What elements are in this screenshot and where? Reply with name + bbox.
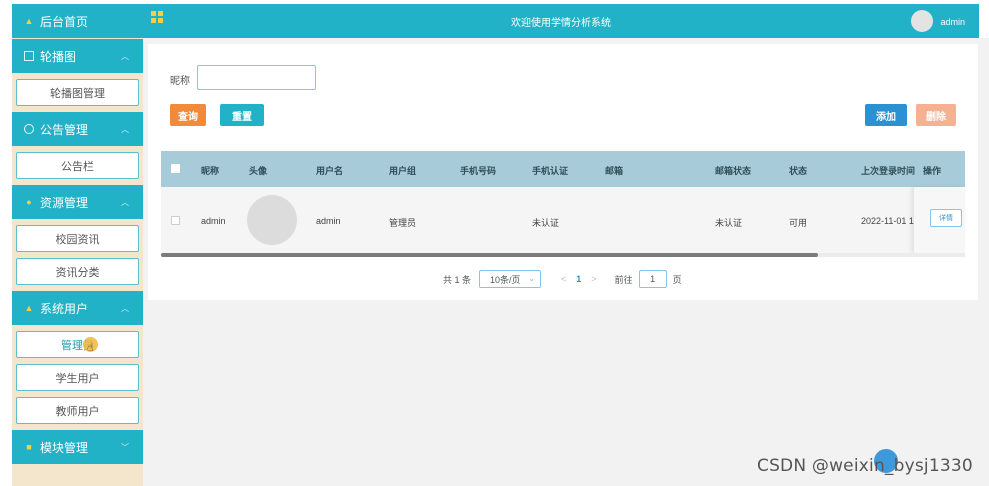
sidebar-item-campus-news[interactable]: 校园资讯 xyxy=(16,225,139,252)
chevron-up-icon[interactable]: ︿ xyxy=(121,303,129,314)
chevron-down-icon[interactable]: ﹀ xyxy=(121,442,129,453)
sidebar-item-label: 学生用户 xyxy=(55,372,100,385)
table-row: admin admin 管理员 未认证 未认证 可用 2022-11-01 16… xyxy=(161,187,965,253)
column-header: 上次登录时间 xyxy=(861,166,916,176)
main-panel: 昵称 查询 重置 添加 删除 昵称 头像 用户名 用户组 手机号码 手机认证 邮… xyxy=(148,44,978,300)
sidebar-item-teacher-users[interactable]: 教师用户 xyxy=(16,397,139,424)
sidebar-group-resource[interactable]: ● 资源管理 ︿ xyxy=(12,185,143,219)
cell-nickname: admin xyxy=(201,216,226,226)
sidebar-home-label: 后台首页 xyxy=(40,14,89,29)
horizontal-scrollbar[interactable] xyxy=(161,253,818,257)
avatar[interactable] xyxy=(911,10,933,32)
cell-username: admin xyxy=(316,216,341,226)
sidebar-group-label: 公告管理 xyxy=(40,122,89,137)
chevron-up-icon[interactable]: ︿ xyxy=(121,124,129,135)
cell-group: 管理员 xyxy=(389,218,417,228)
reset-button[interactable]: 重置 xyxy=(220,104,264,126)
username[interactable]: admin xyxy=(940,17,965,27)
system-title: 欢迎使用学情分析系统 xyxy=(511,18,611,29)
sidebar-item-news-category[interactable]: 资讯分类 xyxy=(16,258,139,285)
sidebar-item-label: 教师用户 xyxy=(55,405,100,418)
page-size-value: 10条/页 xyxy=(490,274,521,285)
page-unit-label: 页 xyxy=(672,274,682,285)
column-header: 操作 xyxy=(923,166,942,176)
sidebar: ▲ 后台首页 轮播图 ︿ 轮播图管理 公告管理 ︿ 公告栏 ● 资源管理 ︿ 校… xyxy=(12,4,143,486)
home-icon: ▲ xyxy=(24,16,34,26)
image-icon xyxy=(24,51,34,61)
sidebar-home[interactable]: ▲ 后台首页 xyxy=(12,4,143,38)
sidebar-group-label: 轮播图 xyxy=(40,49,77,64)
sidebar-item-notice-board[interactable]: 公告栏 xyxy=(16,152,139,179)
sidebar-group-carousel[interactable]: 轮播图 ︿ xyxy=(12,39,143,73)
sidebar-group-modules[interactable]: ■ 模块管理 ﹀ xyxy=(12,430,143,464)
column-header: 手机号码 xyxy=(460,166,497,176)
goto-page-input[interactable]: 1 xyxy=(638,270,667,288)
column-header: 用户组 xyxy=(389,166,417,176)
chevron-up-icon[interactable]: ︿ xyxy=(121,197,129,208)
location-icon: ● xyxy=(26,197,32,207)
top-bar: 欢迎使用学情分析系统 admin xyxy=(143,4,979,38)
prev-page-button[interactable]: < xyxy=(561,274,566,284)
table-header: 昵称 头像 用户名 用户组 手机号码 手机认证 邮箱 邮箱状态 状态 上次登录时… xyxy=(161,151,965,187)
cell-last-login: 2022-11-01 16 xyxy=(861,216,919,226)
detail-button[interactable]: 详情 xyxy=(930,209,962,227)
sidebar-group-label: 模块管理 xyxy=(40,440,89,455)
chevron-down-icon: ⌄ xyxy=(528,274,536,283)
sidebar-item-label: 公告栏 xyxy=(61,160,94,173)
grid-icon: ■ xyxy=(26,442,32,452)
page-size-select[interactable]: 10条/页 ⌄ xyxy=(479,270,542,288)
column-header: 昵称 xyxy=(201,166,220,176)
sidebar-item-carousel-manage[interactable]: 轮播图管理 xyxy=(16,79,139,106)
column-header: 邮箱 xyxy=(605,166,624,176)
cell-email-status: 未认证 xyxy=(715,218,743,228)
chevron-up-icon[interactable]: ︿ xyxy=(121,51,129,62)
sidebar-group-notice[interactable]: 公告管理 ︿ xyxy=(12,112,143,146)
add-button[interactable]: 添加 xyxy=(865,104,907,126)
column-header: 邮箱状态 xyxy=(715,166,752,176)
nickname-label: 昵称 xyxy=(170,76,190,87)
hand-cursor-icon: ☝ xyxy=(87,342,94,354)
user-icon: ▲ xyxy=(24,303,34,313)
nickname-search-input[interactable] xyxy=(197,65,316,90)
sidebar-item-label: 校园资讯 xyxy=(55,233,100,246)
cell-phone-auth: 未认证 xyxy=(532,218,560,228)
column-header: 状态 xyxy=(789,166,808,176)
column-header: 用户名 xyxy=(316,166,344,176)
sidebar-group-label: 资源管理 xyxy=(40,195,89,210)
goto-page-value: 1 xyxy=(650,274,656,284)
sidebar-group-label: 系统用户 xyxy=(40,301,89,316)
column-header: 手机认证 xyxy=(532,166,569,176)
watermark: CSDN @weixin_bysj1330 xyxy=(757,456,973,476)
goto-label: 前往 xyxy=(614,274,633,285)
row-checkbox[interactable] xyxy=(171,216,180,225)
delete-button[interactable]: 删除 xyxy=(916,104,956,126)
sidebar-item-student-users[interactable]: 学生用户 xyxy=(16,364,139,391)
next-page-button[interactable]: > xyxy=(591,274,596,284)
sidebar-item-admin[interactable]: 管理员 ☝ xyxy=(16,331,139,358)
select-all-checkbox[interactable] xyxy=(171,164,180,173)
pagination-total: 共 1 条 xyxy=(443,274,472,285)
user-table: 昵称 头像 用户名 用户组 手机号码 手机认证 邮箱 邮箱状态 状态 上次登录时… xyxy=(161,151,965,253)
sidebar-item-label: 资讯分类 xyxy=(55,266,100,279)
current-page[interactable]: 1 xyxy=(576,274,581,284)
column-header: 头像 xyxy=(249,166,268,176)
pagination: 共 1 条 10条/页 ⌄ < 1 > 前往 1 页 xyxy=(443,269,682,289)
sidebar-item-label: 轮播图管理 xyxy=(50,87,105,100)
cell-status: 可用 xyxy=(789,218,808,228)
sidebar-group-system-users[interactable]: ▲ 系统用户 ︿ xyxy=(12,291,143,325)
user-avatar xyxy=(247,195,297,245)
query-button[interactable]: 查询 xyxy=(170,104,206,126)
info-icon xyxy=(24,124,34,134)
